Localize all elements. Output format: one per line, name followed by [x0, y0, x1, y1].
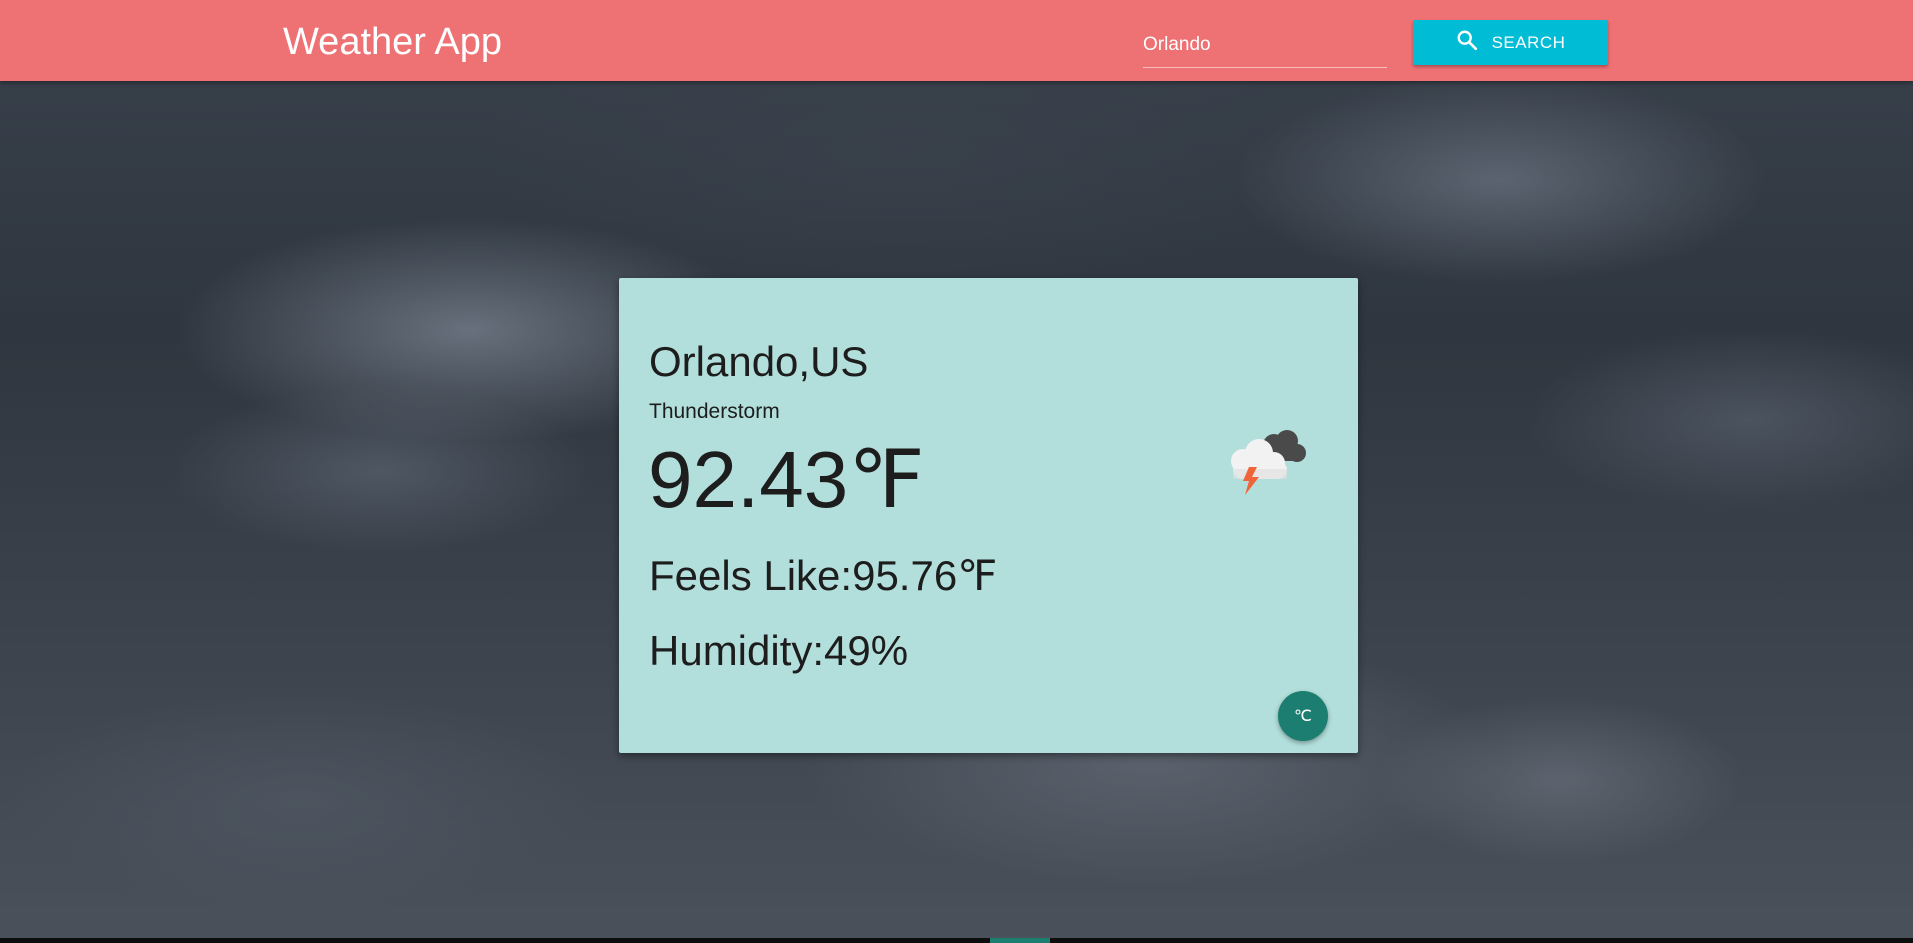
city-search-input[interactable]: [1143, 22, 1387, 68]
feels-like-unit: ℉: [957, 554, 998, 600]
temperature-unit: ℉: [848, 437, 925, 525]
humidity: Humidity:49%: [649, 626, 908, 676]
location-name: Orlando,US: [649, 338, 869, 385]
feels-like-value: 95.76: [852, 552, 958, 599]
bottom-edge-bar: [0, 938, 1913, 943]
feels-like: Feels Like:95.76℉: [649, 551, 997, 602]
app-header: Weather App SEARCH: [0, 0, 1913, 81]
weather-condition: Thunderstorm: [649, 400, 780, 423]
search-button-label: SEARCH: [1491, 32, 1566, 52]
feels-like-label: Feels Like:: [649, 552, 853, 599]
humidity-value: 49%: [824, 627, 909, 674]
search-button[interactable]: SEARCH: [1413, 20, 1608, 65]
celsius-toggle-button[interactable]: ℃: [1278, 691, 1328, 741]
search-icon: [1456, 29, 1478, 56]
temperature-value: 92.43: [648, 435, 849, 524]
weather-card: Orlando,US Thunderstorm 92.43℉ Feels Lik…: [619, 278, 1358, 753]
app-title: Weather App: [283, 21, 503, 63]
temperature-display: 92.43℉: [648, 435, 924, 526]
humidity-label: Humidity:: [649, 627, 825, 674]
thunderstorm-icon: [1219, 423, 1314, 503]
weather-app-page: Weather App SEARCH Orlando,US Thundersto…: [0, 0, 1913, 943]
bottom-indicator: [990, 938, 1050, 943]
